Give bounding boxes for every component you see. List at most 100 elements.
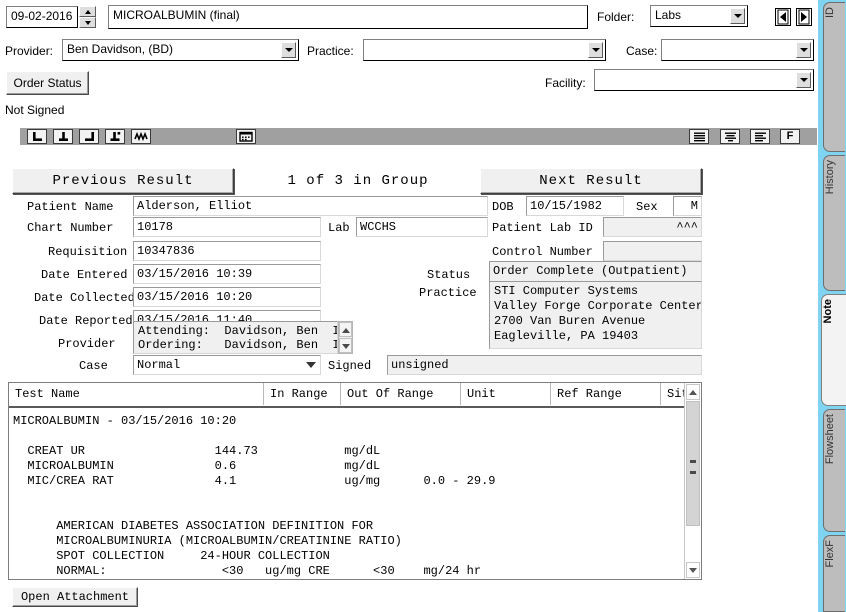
align-bottom-right-button[interactable] [79,129,99,144]
date-entered-label: Date Entered [41,268,128,282]
provider-list[interactable]: Attending: Davidson, Ben ID: 8005502413 … [133,321,338,354]
align-left-button[interactable] [689,129,709,144]
provider-scroll-up[interactable] [339,322,352,337]
align-justify-button[interactable] [750,129,770,144]
previous-result-button[interactable]: Previous Result [12,168,234,194]
align-center-icon [724,132,736,142]
chevron-down-icon[interactable] [796,42,811,58]
case-select[interactable]: Normal [133,355,321,375]
patient-lab-id-field: ^^^ [603,217,702,237]
chart-number-label: Chart Number [27,221,114,235]
practice-address-line-2: Valley Forge Corporate Center [494,299,702,313]
status-field: Order Complete (Outpatient) [489,261,702,282]
tab-flexform[interactable]: FlexF [823,535,845,612]
results-scroll-down-button[interactable] [686,562,700,578]
calendar-icon [239,131,253,142]
case-select[interactable] [661,39,814,61]
case-label: Case: [626,44,658,58]
align-center-button[interactable] [720,129,740,144]
sign-status-text: Not Signed [5,103,65,117]
folder-label: Folder: [597,10,635,24]
column-header-ref-range[interactable]: Ref Range [551,383,661,405]
practice-address-box: STI Computer Systems Valley Forge Corpor… [489,281,702,349]
lab-results-text: MICROALBUMIN - 03/15/2016 10:20 CREAT UR… [13,414,496,578]
document-title-field[interactable]: MICROALBUMIN (final) [108,5,588,29]
date-field[interactable]: 09-02-2016 [6,6,78,28]
provider-label: Provider [58,337,116,351]
chevron-down-icon[interactable] [281,42,296,58]
date-collected-label: Date Collected [34,291,135,305]
date-spinner[interactable] [79,6,96,28]
facility-label: Facility: [545,76,586,90]
add-marker-button[interactable] [105,129,125,144]
practice-label: Practice [419,286,477,300]
waveform-icon [134,131,148,142]
chevron-down-icon[interactable] [730,8,745,24]
patient-lab-id-label: Patient Lab ID [492,221,593,235]
align-bottom-center-icon [58,132,68,141]
requisition-field[interactable]: 10347836 [133,241,321,261]
date-collected-field[interactable]: 03/15/2016 10:20 [133,287,321,307]
align-justify-icon [754,132,766,142]
provider-select[interactable]: Ben Davidson, (BD) [62,39,299,61]
next-result-button[interactable]: Next Result [480,168,702,194]
facility-select[interactable] [594,69,814,91]
dob-field[interactable]: 10/15/1982 [526,196,624,216]
chevron-down-icon[interactable] [306,362,316,368]
main-content-area: 09-02-2016 MICROALBUMIN (final) Folder: … [0,0,820,612]
waveform-button[interactable] [131,129,151,144]
case-value: Normal [137,358,181,372]
provider-value: Ben Davidson, (BD) [67,42,174,56]
align-bottom-left-icon [32,132,42,141]
calendar-button[interactable] [236,129,256,144]
column-header-unit[interactable]: Unit [461,383,551,405]
font-button[interactable]: F [780,129,800,144]
lab-results-body[interactable]: MICROALBUMIN - 03/15/2016 10:20 CREAT UR… [9,408,684,579]
results-scroll-thumb[interactable] [686,401,700,526]
patient-order-panel: Patient Name Alderson, Elliot Chart Numb… [8,196,702,376]
practice-address-line-1: STI Computer Systems [494,284,639,298]
folder-select[interactable]: Labs [650,5,748,27]
chevron-down-icon[interactable] [588,42,603,58]
lab-field[interactable]: WCCHS [356,217,488,237]
date-spinner-up[interactable] [79,6,96,17]
patient-name-label: Patient Name [27,200,114,214]
next-document-button[interactable] [796,8,812,26]
lab-results-grid: Test Name In Range Out Of Range Unit Ref… [8,382,702,580]
open-attachment-button[interactable]: Open Attachment [12,587,138,607]
column-header-in-range[interactable]: In Range [264,383,341,405]
chevron-down-icon[interactable] [796,72,811,88]
group-position-text: 1 of 3 in Group [287,173,429,189]
tab-id[interactable]: ID [823,2,845,152]
provider-scroll-down[interactable] [339,338,352,353]
tab-flowsheet[interactable]: Flowsheet [823,409,845,532]
requisition-label: Requisition [48,245,128,259]
chart-number-field[interactable]: 10178 [133,217,321,237]
sex-label: Sex [636,200,658,214]
lab-results-scrollbar[interactable] [684,383,701,579]
result-navigation-bar: Previous Result 1 of 3 in Group Next Res… [8,168,702,194]
column-header-out-of-range[interactable]: Out Of Range [341,383,461,405]
signed-label: Signed [328,359,372,373]
date-spinner-down[interactable] [79,17,96,28]
patient-name-field[interactable]: Alderson, Elliot [133,196,488,216]
practice-address-line-4: Eagleville, PA 19403 [494,329,639,343]
align-bottom-left-button[interactable] [27,129,47,144]
sex-field[interactable]: M [673,196,702,216]
date-entered-field[interactable]: 03/15/2016 10:39 [133,264,321,284]
order-status-button[interactable]: Order Status [6,71,89,95]
tab-flowsheet-label: Flowsheet [824,414,836,465]
previous-document-icon [777,9,789,25]
results-scroll-up-button[interactable] [686,384,700,400]
lab-results-grid-header: Test Name In Range Out Of Range Unit Ref… [9,383,701,408]
tab-note-label: Note [822,299,834,324]
next-document-icon [798,9,810,25]
column-header-test-name[interactable]: Test Name [9,383,264,405]
tab-note[interactable]: Note [821,294,846,406]
provider-scrollbar[interactable] [338,321,353,354]
tab-history[interactable]: History [823,155,845,291]
practice-select[interactable] [363,39,606,61]
signed-field: unsigned [387,355,702,375]
previous-document-button[interactable] [775,8,791,26]
align-bottom-center-button[interactable] [53,129,73,144]
